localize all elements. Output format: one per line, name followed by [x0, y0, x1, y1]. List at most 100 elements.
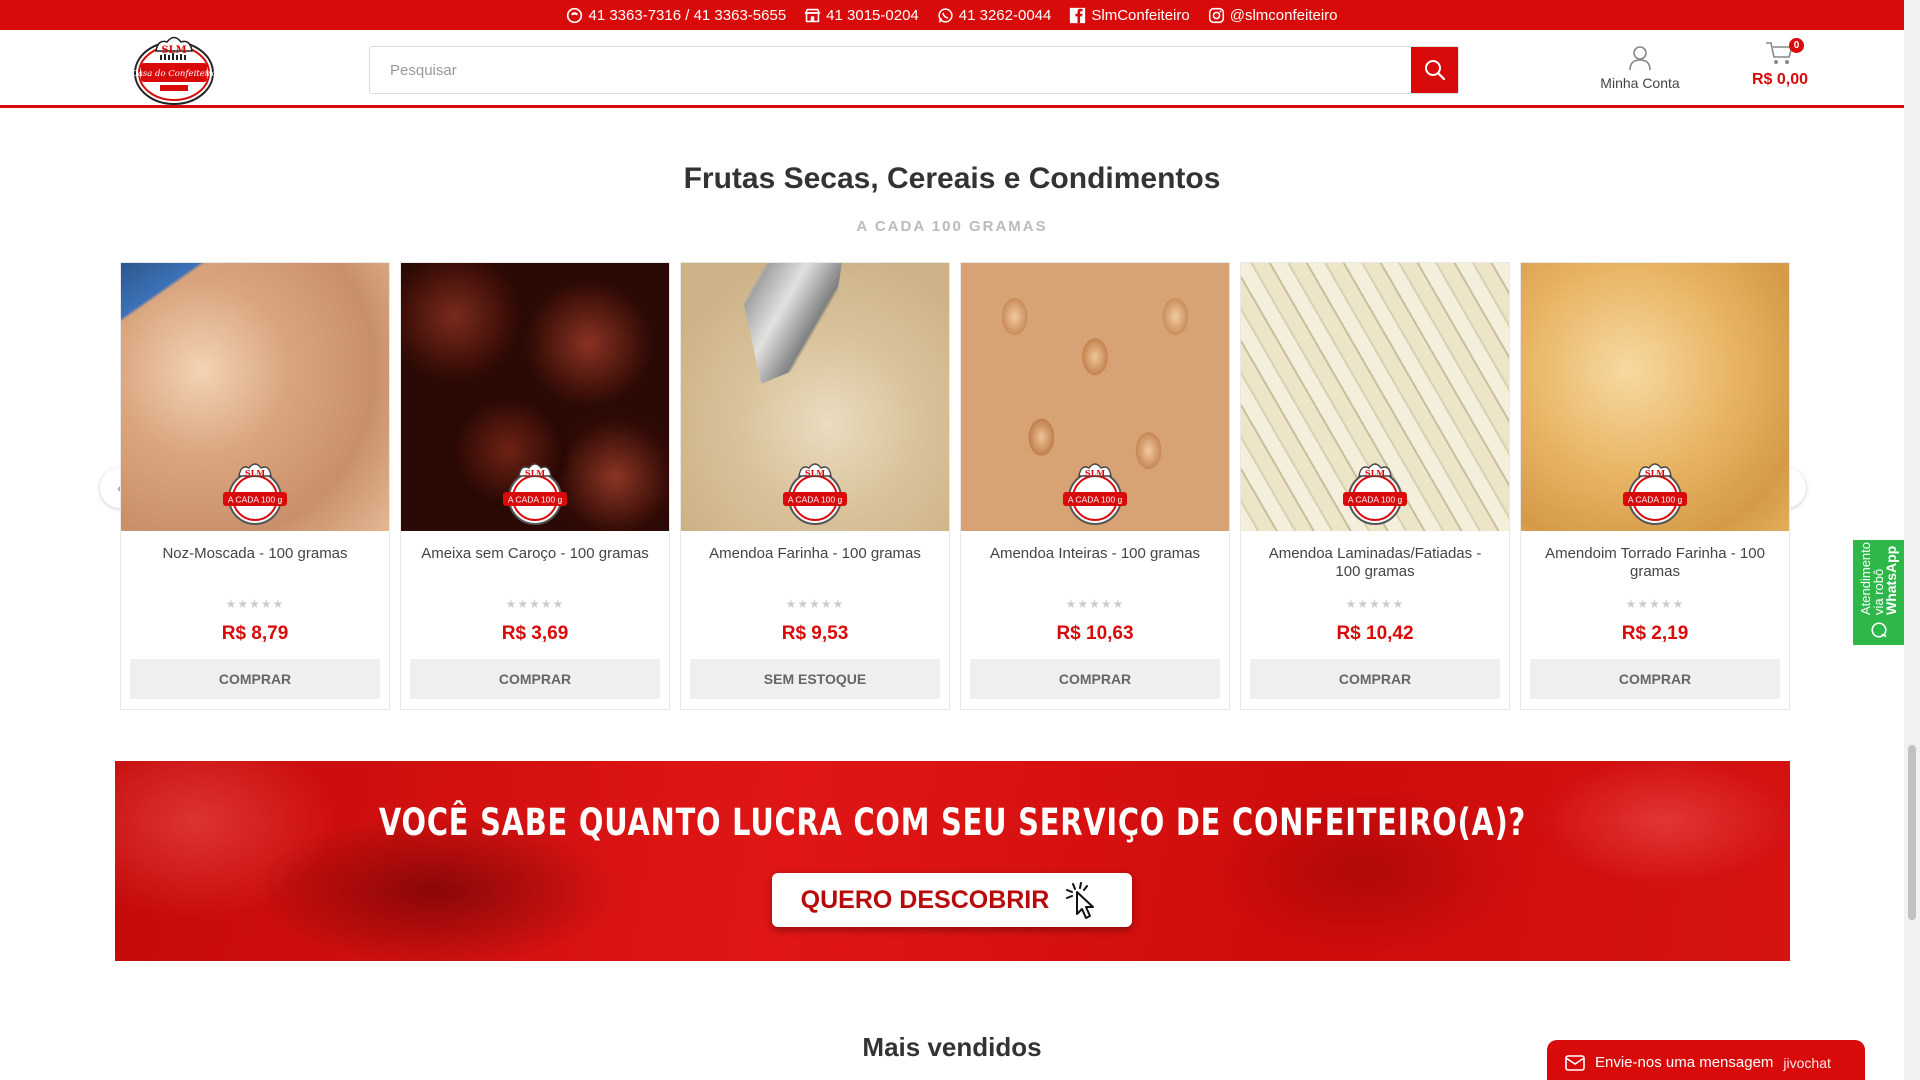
product-image[interactable]: SLM A CADA 100 g [401, 263, 669, 531]
search-input[interactable] [370, 47, 1411, 93]
whatsapp-tab-line3: WhatsApp [1883, 545, 1899, 615]
whatsapp-contact[interactable]: 41 3262-0044 [937, 6, 1052, 24]
svg-text:SLM: SLM [1365, 468, 1385, 478]
rating-stars: ★★★★★ [785, 597, 845, 611]
account-label: Minha Conta [1600, 75, 1680, 91]
discover-button[interactable]: QUERO DESCOBRIR [772, 873, 1132, 927]
phone-icon [567, 7, 583, 23]
buy-button[interactable]: COMPRAR [410, 659, 660, 699]
svg-text:Casa do Confeiteiro: Casa do Confeiteiro [134, 69, 214, 79]
facebook-handle: SlmConfeiteiro [1091, 6, 1190, 24]
svg-text:A CADA 100 g: A CADA 100 g [228, 495, 283, 505]
stamp-badge-icon: SLM A CADA 100 g [223, 463, 287, 525]
stamp-badge-icon: SLM A CADA 100 g [1343, 463, 1407, 525]
whatsapp-icon [1870, 622, 1887, 638]
buy-button[interactable]: COMPRAR [970, 659, 1220, 699]
product-card[interactable]: SLM A CADA 100 g Amendoa Inteiras - 100 g… [960, 262, 1230, 710]
facebook-link[interactable]: SlmConfeiteiro [1069, 6, 1190, 24]
cart-total: R$ 0,00 [1751, 71, 1809, 88]
logo-emblem-icon: SLM Casa do Confeiteiro [131, 36, 217, 105]
product-card[interactable]: SLM A CADA 100 g Amendoa Laminadas/Fatiad… [1240, 262, 1510, 710]
product-price: R$ 3,69 [501, 623, 569, 644]
instagram-handle: @slmconfeiteiro [1229, 6, 1338, 24]
phone-contact[interactable]: 41 3363-7316 / 41 3363-5655 [566, 7, 786, 24]
store-icon [804, 8, 821, 22]
product-price: R$ 10,42 [1336, 623, 1414, 644]
product-name[interactable]: Amendoa Farinha - 100 gramas [681, 545, 949, 585]
search-bar [369, 46, 1459, 94]
stamp-badge-icon: SLM A CADA 100 g [1063, 463, 1127, 525]
svg-text:SLM: SLM [245, 468, 265, 478]
phone-numbers: 41 3363-7316 / 41 3363-5655 [588, 6, 787, 24]
svg-text:SLM: SLM [805, 468, 825, 478]
promo-banner[interactable]: VOCÊ SABE QUANTO LUCRA COM SEU SERVIÇO D… [115, 761, 1790, 961]
svg-text:A CADA 100 g: A CADA 100 g [1628, 495, 1683, 505]
scrollbar-thumb[interactable] [1908, 745, 1916, 920]
whatsapp-number: 41 3262-0044 [958, 6, 1052, 24]
instagram-link[interactable]: @slmconfeiteiro [1208, 7, 1338, 24]
svg-text:SLM: SLM [1645, 468, 1665, 478]
banner-headline: VOCÊ SABE QUANTO LUCRA COM SEU SERVIÇO D… [378, 801, 1527, 844]
buy-button[interactable]: COMPRAR [130, 659, 380, 699]
product-price: R$ 2,19 [1621, 623, 1689, 644]
rating-stars: ★★★★★ [505, 597, 565, 611]
cart-link[interactable]: 0 R$ 0,00 [1730, 38, 1830, 89]
product-image[interactable]: SLM A CADA 100 g [1521, 263, 1789, 531]
product-image[interactable]: SLM A CADA 100 g [681, 263, 949, 531]
instagram-icon [1208, 7, 1224, 23]
rating-stars: ★★★★★ [225, 597, 285, 611]
product-name[interactable]: Amendoa Laminadas/Fatiadas - 100 gramas [1241, 545, 1509, 585]
product-card[interactable]: SLM A CADA 100 g Noz-Moscada - 100 gramas… [120, 262, 390, 710]
product-card[interactable]: SLM A CADA 100 g Ameixa sem Caroço - 100 … [400, 262, 670, 710]
svg-text:A CADA 100 g: A CADA 100 g [788, 495, 843, 505]
buy-button[interactable]: COMPRAR [1530, 659, 1780, 699]
product-price: R$ 8,79 [221, 623, 289, 644]
stamp-badge-icon: SLM A CADA 100 g [783, 463, 847, 525]
rating-stars: ★★★★★ [1345, 597, 1405, 611]
product-name[interactable]: Amendoim Torrado Farinha - 100 gramas [1521, 545, 1789, 585]
svg-text:SLM: SLM [525, 468, 545, 478]
product-name[interactable]: Amendoa Inteiras - 100 gramas [961, 545, 1229, 585]
page-scrollbar[interactable] [1904, 0, 1920, 1080]
stamp-badge-icon: SLM A CADA 100 g [503, 463, 567, 525]
mail-icon [1565, 1054, 1585, 1071]
buy-button[interactable]: COMPRAR [1250, 659, 1500, 699]
stamp-badge-icon: SLM A CADA 100 g [1623, 463, 1687, 525]
product-image[interactable]: SLM A CADA 100 g [961, 263, 1229, 531]
search-button[interactable] [1411, 47, 1458, 93]
svg-text:A CADA 100 g: A CADA 100 g [1068, 495, 1123, 505]
search-icon [1424, 60, 1445, 81]
rating-stars: ★★★★★ [1065, 597, 1125, 611]
site-header: SLM Casa do Confeiteiro Minha Conta 0 R$… [0, 30, 1904, 108]
user-icon [1629, 46, 1651, 71]
cart-count-badge: 0 [1789, 38, 1804, 53]
product-price: R$ 10,63 [1056, 623, 1134, 644]
product-name[interactable]: Noz-Moscada - 100 gramas [121, 545, 389, 585]
section-title: Frutas Secas, Cereais e Condimentos [683, 162, 1221, 195]
product-carousel: SLM A CADA 100 g Noz-Moscada - 100 gramas… [120, 262, 1790, 710]
chat-brand: jivochat [1783, 1054, 1831, 1071]
page: 41 3363-7316 / 41 3363-5655 41 3015-0204… [0, 0, 1920, 1080]
section-subtitle: A CADA 100 GRAMAS [856, 218, 1048, 235]
svg-text:A CADA 100 g: A CADA 100 g [508, 495, 563, 505]
whatsapp-icon [938, 7, 953, 23]
whatsapp-tab-text: Atendimento via robô WhatsApp [1858, 542, 1899, 615]
store-contact[interactable]: 41 3015-0204 [804, 7, 919, 24]
site-logo[interactable]: SLM Casa do Confeiteiro [131, 33, 217, 106]
facebook-icon [1070, 7, 1086, 23]
product-card[interactable]: SLM A CADA 100 g Amendoa Farinha - 100 gr… [680, 262, 950, 710]
product-price: R$ 9,53 [781, 623, 849, 644]
cursor-click-icon [1066, 882, 1095, 919]
account-link[interactable]: Minha Conta [1600, 45, 1680, 91]
product-image[interactable]: SLM A CADA 100 g [121, 263, 389, 531]
product-card[interactable]: SLM A CADA 100 g Amendoim Torrado Farinha… [1520, 262, 1790, 710]
svg-text:SLM: SLM [1085, 468, 1105, 478]
product-name[interactable]: Ameixa sem Caroço - 100 gramas [401, 545, 669, 585]
rating-stars: ★★★★★ [1625, 597, 1685, 611]
product-image[interactable]: SLM A CADA 100 g [1241, 263, 1509, 531]
chat-widget[interactable]: Envie-nos uma mensagem jivochat [1547, 1040, 1865, 1080]
whatsapp-bot-tab[interactable]: Atendimento via robô WhatsApp [1853, 540, 1904, 645]
out-of-stock-button[interactable]: SEM ESTOQUE [690, 659, 940, 699]
top-contact-bar: 41 3363-7316 / 41 3363-5655 41 3015-0204… [0, 0, 1904, 30]
store-phone: 41 3015-0204 [826, 6, 919, 24]
